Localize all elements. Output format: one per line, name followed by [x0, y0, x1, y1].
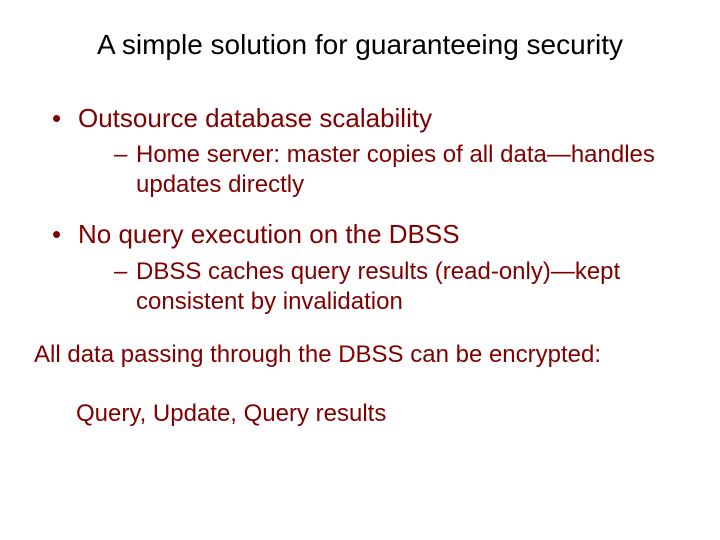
slide-title: A simple solution for guaranteeing secur… — [30, 28, 690, 62]
bullet-list-level2: DBSS caches query results (read-only)—ke… — [114, 257, 690, 317]
bullet-list-level2: Home server: master copies of all data—h… — [114, 140, 690, 200]
bullet-item: Outsource database scalability Home serv… — [50, 102, 690, 201]
sub-bullet-text: Home server: master copies of all data—h… — [136, 141, 655, 198]
bullet-item: No query execution on the DBSS DBSS cach… — [50, 218, 690, 317]
bullet-text: No query execution on the DBSS — [78, 219, 460, 249]
sub-bullet-item: Home server: master copies of all data—h… — [114, 140, 690, 200]
sub-bullet-text: DBSS caches query results (read-only)—ke… — [136, 258, 620, 315]
slide: A simple solution for guaranteeing secur… — [0, 0, 720, 540]
body-paragraph: All data passing through the DBSS can be… — [34, 339, 686, 370]
bullet-text: Outsource database scalability — [78, 103, 432, 133]
bullet-list-level1: Outsource database scalability Home serv… — [50, 102, 690, 317]
sub-bullet-item: DBSS caches query results (read-only)—ke… — [114, 257, 690, 317]
body-subline: Query, Update, Query results — [76, 398, 690, 429]
